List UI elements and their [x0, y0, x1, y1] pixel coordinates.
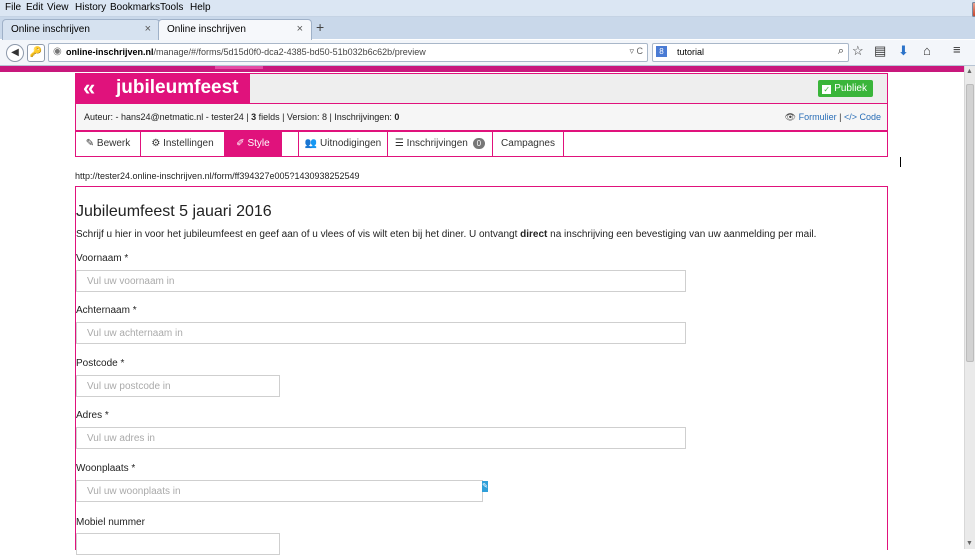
menu-view[interactable]: View — [47, 2, 69, 13]
scroll-down-icon[interactable]: ▼ — [966, 540, 973, 547]
search-icon[interactable]: ⌕ — [838, 45, 844, 58]
list-icon: ☰ — [394, 138, 404, 149]
tab-inschrijvingen[interactable]: ☰ Inschrijvingen 0 — [388, 132, 493, 156]
reload-icon[interactable]: ▿ C — [629, 46, 643, 57]
site-identity-icon[interactable]: 🔑 — [27, 44, 45, 62]
code-icon: </> — [843, 112, 857, 122]
adres-input[interactable] — [76, 427, 686, 449]
meta-links: 👁 Formulier | </> Code — [784, 112, 881, 122]
users-icon: 👥 — [304, 138, 318, 149]
autofill-icon[interactable]: ✎ — [482, 481, 488, 492]
back-icon[interactable]: ◀ — [6, 44, 24, 62]
downloads-icon[interactable]: ⬇ — [898, 43, 909, 59]
new-tab-icon[interactable]: + — [316, 19, 324, 35]
label-postcode: Postcode * — [76, 358, 125, 369]
tab-instellingen[interactable]: ⚙ Instellingen — [141, 132, 225, 156]
brand[interactable]: « jubileumfeest — [76, 74, 250, 103]
formulier-link[interactable]: Formulier — [799, 112, 837, 122]
form-title: Jubileumfeest 5 jauari 2016 — [76, 203, 272, 220]
menu-bookmarks[interactable]: Bookmarks — [110, 2, 160, 13]
tab-style[interactable]: ✐ Style — [225, 132, 282, 156]
inschrijvingen-badge: 0 — [472, 138, 486, 149]
label-woonplaats: Woonplaats * — [76, 463, 136, 474]
code-link[interactable]: Code — [859, 112, 881, 122]
gears-icon: ⚙ — [151, 138, 161, 149]
voornaam-input[interactable] — [76, 270, 686, 292]
achternaam-input[interactable] — [76, 322, 686, 344]
meta-info: Auteur: - hans24@netmatic.nl - tester24 … — [84, 112, 400, 122]
woonplaats-input[interactable] — [76, 480, 483, 502]
pencil-icon: ✎ — [85, 138, 95, 149]
menu-bar: File Edit View History Bookmarks Tools H… — [0, 0, 975, 17]
browser-tab-2[interactable]: Online inschrijven × — [158, 19, 312, 40]
label-voornaam: Voornaam * — [76, 253, 129, 264]
menu-tools[interactable]: Tools — [160, 2, 183, 13]
browser-tab-1[interactable]: Online inschrijven × — [2, 19, 160, 40]
page-scrollbar[interactable]: ▲ ▼ — [964, 66, 975, 549]
eye-icon: 👁 — [784, 112, 797, 122]
checkbox-icon: ✓ — [822, 85, 832, 94]
form-meta: Auteur: - hans24@netmatic.nl - tester24 … — [75, 104, 888, 131]
search-engine-icon[interactable]: 8 — [656, 46, 667, 57]
mobiel-nummer-input[interactable] — [76, 533, 280, 555]
scroll-up-icon[interactable]: ▲ — [966, 68, 973, 75]
home-icon[interactable]: ⌂ — [923, 43, 931, 58]
close-tab-icon[interactable]: × — [297, 23, 303, 35]
tab-strip: Online inschrijven × Online inschrijven … — [0, 17, 975, 40]
brand-name: jubileumfeest — [116, 77, 239, 98]
form-url[interactable]: http://tester24.online-inschrijven.nl/fo… — [75, 171, 360, 181]
menu-help[interactable]: Help — [190, 2, 211, 13]
bookmarks-list-icon[interactable]: ▤ — [874, 43, 886, 59]
navigation-bar: ◀ 🔑 ◉ online-inschrijven.nl/manage/#/for… — [0, 40, 975, 66]
tab-uitnodigingen[interactable]: 👥 Uitnodigingen — [299, 132, 388, 156]
globe-icon: ◉ — [53, 46, 62, 57]
app-header: « jubileumfeest ✓ Publiek — [75, 73, 888, 104]
menu-file[interactable]: File — [5, 2, 21, 13]
style-icon: ✐ — [236, 138, 245, 149]
close-tab-icon[interactable]: × — [145, 23, 151, 35]
menu-icon[interactable]: ≡ — [953, 42, 961, 57]
menu-history[interactable]: History — [75, 2, 106, 13]
url-bar[interactable]: ◉ online-inschrijven.nl/manage/#/forms/5… — [48, 43, 648, 62]
scroll-thumb[interactable] — [966, 84, 974, 362]
search-input[interactable]: tutorial — [677, 47, 704, 57]
label-achternaam: Achternaam * — [76, 305, 137, 316]
tab-bewerk[interactable]: ✎ Bewerk — [76, 132, 141, 156]
form-description: Schrijf u hier in voor het jubileumfeest… — [76, 229, 817, 240]
tab-title: Online inschrijven — [11, 24, 90, 35]
postcode-input[interactable] — [76, 375, 280, 397]
label-mobiel-nummer: Mobiel nummer — [76, 517, 145, 528]
form-tabs: ✎ Bewerk ⚙ Instellingen ✐ Style 👥 Uitnod… — [75, 131, 888, 157]
publiek-label: Publiek — [834, 83, 867, 94]
form-preview: Jubileumfeest 5 jauari 2016 Schrijf u hi… — [75, 186, 888, 555]
back-chevron-icon[interactable]: « — [83, 75, 95, 101]
url-text: online-inschrijven.nl/manage/#/forms/5d1… — [66, 47, 426, 57]
text-cursor — [900, 157, 901, 167]
label-adres: Adres * — [76, 410, 109, 421]
tab-title: Online inschrijven — [167, 24, 246, 35]
app-top-bar — [0, 66, 965, 72]
menu-edit[interactable]: Edit — [26, 2, 43, 13]
publiek-button[interactable]: ✓ Publiek — [818, 80, 873, 97]
bookmark-star-icon[interactable]: ☆ — [852, 43, 864, 59]
search-bar[interactable]: 8 tutorial ⌕ — [652, 43, 849, 62]
tab-campagnes[interactable]: Campagnes — [493, 132, 564, 156]
